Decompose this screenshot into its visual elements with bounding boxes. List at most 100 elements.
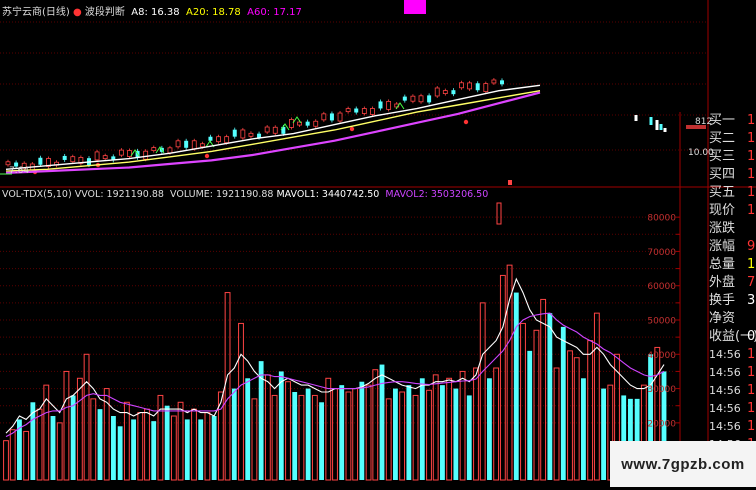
- volume-bar-up: [157, 394, 164, 481]
- volume-bar-up: [311, 394, 318, 481]
- quote-label: 涨幅: [709, 239, 736, 254]
- candle-up: [361, 108, 367, 114]
- quote-label: 涨跌: [709, 221, 736, 236]
- quote-value: 12: [747, 167, 756, 182]
- volume-bar-up: [432, 374, 439, 481]
- volume-bar-up: [520, 322, 526, 481]
- quote-value: 12: [747, 383, 756, 398]
- volume-bar-up: [170, 415, 177, 481]
- quote-value: 12: [747, 419, 756, 434]
- candle-down: [232, 129, 237, 137]
- volume-bar-up: [352, 388, 359, 481]
- quote-label: 外盘: [709, 275, 736, 290]
- volume-bar-down: [379, 364, 385, 480]
- quote-value: 3.: [747, 293, 756, 308]
- quote-label: 买五: [709, 185, 736, 200]
- y-tick-label: 30000: [647, 385, 676, 395]
- quote-row: 买二 12: [709, 130, 756, 148]
- volume-bar-down: [601, 388, 606, 480]
- candle-up: [151, 147, 157, 151]
- candle-up: [216, 136, 221, 143]
- volume-bar-down: [419, 378, 425, 480]
- volume-bar-up: [191, 408, 197, 481]
- y-tick-label: 20000: [647, 419, 676, 429]
- candle-down: [451, 90, 456, 95]
- candle-down: [208, 136, 213, 141]
- candle-right: [659, 124, 663, 130]
- volume-bar-up: [3, 440, 9, 481]
- candle-right: [649, 117, 653, 125]
- volume-bar-up: [567, 350, 573, 481]
- volume-bar-up: [385, 398, 392, 481]
- volume-bar-up: [325, 377, 332, 481]
- candle-up: [483, 83, 489, 93]
- volume-bar-up: [251, 398, 258, 481]
- candle-down: [378, 101, 383, 109]
- candle-down: [184, 140, 189, 148]
- volume-bar-down: [359, 381, 365, 480]
- candle-up: [434, 87, 440, 97]
- volume-bar-down: [440, 385, 445, 480]
- volume-bar-up: [83, 353, 90, 481]
- volume-bar-down: [245, 378, 251, 480]
- stock-chart-window: 20000 30000 40000 50000 60000 70000 80000 812 1…: [0, 0, 756, 488]
- volume-bar-up: [479, 302, 486, 481]
- indicator-marker-icon: ●: [73, 7, 82, 18]
- candle-down: [427, 95, 432, 103]
- candle-up: [345, 108, 351, 113]
- volume-bar-up: [264, 374, 271, 481]
- candle-up: [410, 95, 416, 102]
- volume-bar-down: [97, 409, 103, 480]
- quote-label: 14:56: [709, 420, 741, 433]
- candle-up: [248, 132, 254, 137]
- volume-bar-up: [144, 408, 150, 481]
- quote-label: 14:56: [709, 402, 741, 415]
- sell-signal-dot-icon: [204, 153, 210, 159]
- candle-down: [475, 83, 480, 91]
- volume-bar-down: [50, 416, 56, 480]
- y-tick-label: 50000: [647, 317, 676, 327]
- ma-label-a60: A60: 17.17: [247, 7, 302, 18]
- quote-label: 总量: [709, 257, 736, 272]
- quote-row: 涨幅 9.: [709, 238, 756, 256]
- volume-bar-up: [446, 377, 453, 481]
- y-tick-label: 60000: [647, 282, 676, 292]
- candle-up: [272, 126, 278, 134]
- candle-up: [264, 126, 270, 133]
- volume-bar-up: [573, 357, 580, 481]
- volume-bar-up: [412, 394, 419, 481]
- y-tick-label: 70000: [647, 248, 676, 258]
- quote-row: 外盘 788: [709, 274, 756, 292]
- quote-row: 涨跌: [709, 220, 756, 238]
- volume-bar-down: [406, 385, 412, 480]
- candle-up: [143, 150, 149, 160]
- site-watermark: www.7gpzb.com: [610, 441, 756, 487]
- volume-bar-up: [23, 430, 30, 481]
- volume-bar-down: [305, 388, 311, 480]
- candle-up: [337, 112, 343, 122]
- volume-bar-down: [560, 326, 566, 480]
- candle-up: [224, 136, 230, 144]
- volume-bar-up: [238, 322, 244, 481]
- volume-bar-up: [426, 389, 432, 481]
- quote-value: 12: [747, 401, 756, 416]
- volume-bar-down: [339, 385, 345, 480]
- volume-bar-down: [198, 419, 204, 480]
- quote-label: 14:56: [709, 366, 741, 379]
- quote-row: 14:56 12: [709, 418, 756, 436]
- quote-value: 12: [747, 203, 756, 218]
- volume-bar-down: [547, 313, 553, 480]
- candle-down: [62, 155, 67, 160]
- volume-bar-up: [56, 422, 63, 481]
- candle-up: [118, 149, 124, 156]
- signal-marker: [508, 180, 512, 185]
- quote-row: 买四 12: [709, 166, 756, 184]
- y-tick-label: 80000: [647, 214, 676, 224]
- volume-bar-down: [70, 395, 76, 480]
- candle-up: [240, 129, 246, 139]
- volume-bar-down: [231, 388, 237, 480]
- candle-down: [500, 80, 504, 85]
- quote-label: 14:56: [709, 384, 741, 397]
- stock-name: 苏宁云商(日线): [2, 7, 70, 18]
- quote-value: 12: [747, 131, 756, 146]
